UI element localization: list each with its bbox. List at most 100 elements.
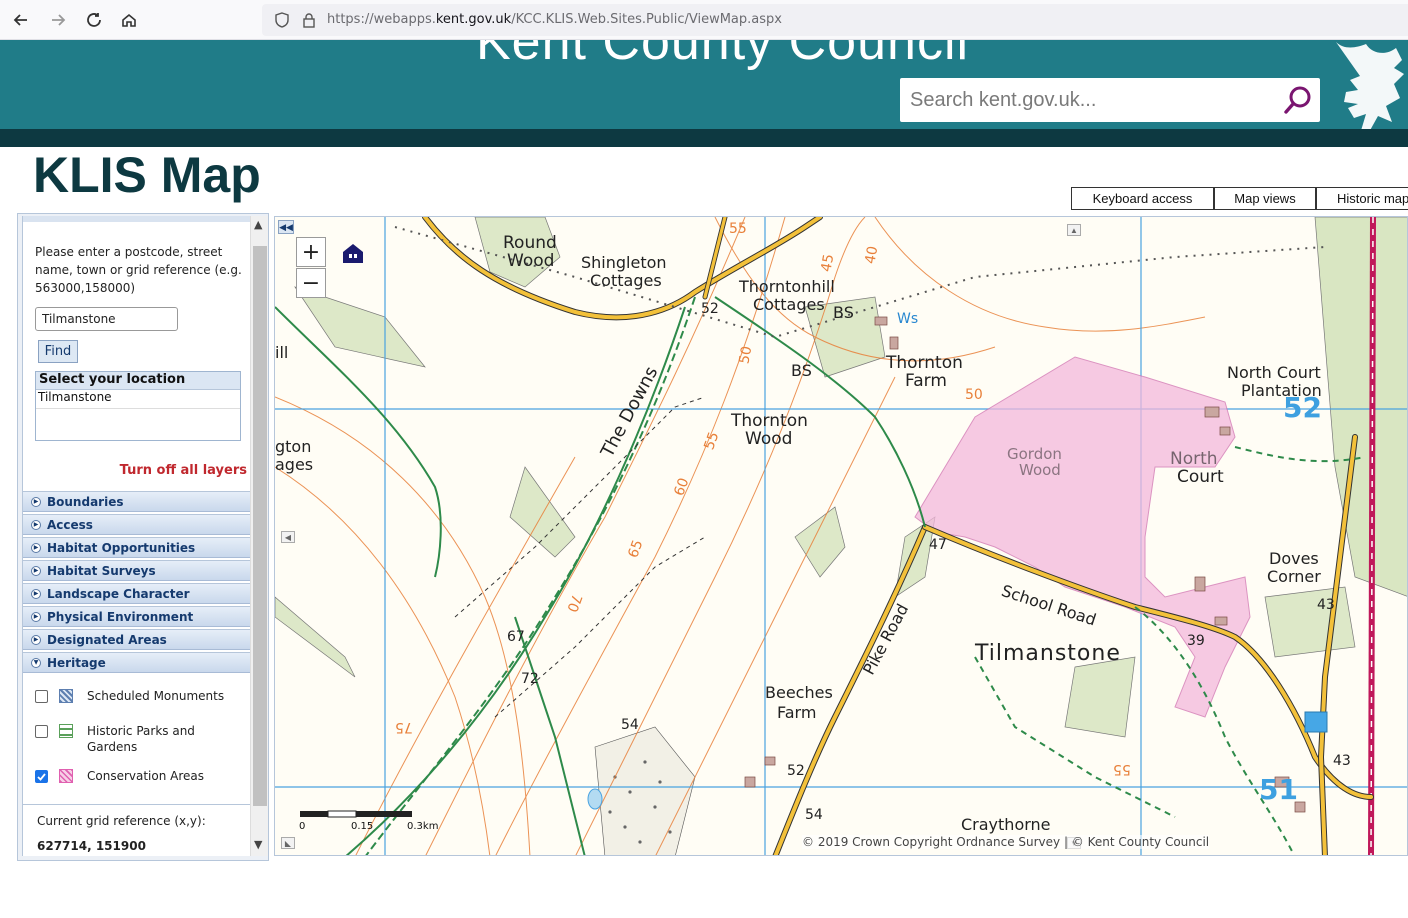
turn-off-layers-link[interactable]: Turn off all layers — [23, 463, 247, 478]
historic-parks-checkbox[interactable] — [35, 725, 48, 738]
layer-group-label: Boundaries — [47, 494, 124, 509]
place-label: Doves — [1269, 549, 1319, 568]
location-search-header[interactable] — [23, 216, 252, 222]
layer-panel-content: Please enter a postcode, street name, to… — [22, 216, 252, 856]
url-text: https://webapps.kent.gov.uk/KCC.KLIS.Web… — [327, 12, 782, 27]
layer-label: Historic Parks and Gardens — [87, 724, 195, 754]
pan-corner-icon[interactable]: ◣ — [281, 837, 295, 849]
expand-icon: ▶ — [31, 496, 41, 507]
zoom-out-button[interactable]: − — [296, 268, 326, 298]
scroll-down-icon[interactable]: ▼ — [254, 838, 262, 851]
search-input[interactable] — [910, 86, 1270, 114]
zoom-in-button[interactable]: + — [296, 237, 326, 267]
find-button[interactable]: Find — [38, 340, 78, 363]
layer-historic-parks: Historic Parks and Gardens — [35, 723, 245, 757]
location-results: Select your location Tilmanstone — [35, 371, 241, 441]
pan-up-icon[interactable]: ▲ — [1067, 224, 1081, 236]
scale-bar: 0 0.15 0.3km — [299, 807, 439, 837]
spot-height: 39 — [1187, 633, 1205, 649]
layer-group-boundaries[interactable]: ▶ Boundaries — [23, 491, 252, 512]
location-results-heading: Select your location — [36, 372, 240, 390]
kent-horse-logo[interactable] — [1328, 40, 1408, 129]
layer-scheduled-monuments: Scheduled Monuments — [35, 688, 245, 708]
layer-group-label: Access — [47, 517, 93, 532]
tab-keyboard-access[interactable]: Keyboard access — [1071, 187, 1214, 210]
grid-reference-label: Current grid reference (x,y): — [37, 814, 206, 828]
contour-label: 70 — [563, 591, 585, 615]
home-extent-icon[interactable] — [341, 241, 365, 265]
contour-label: 55 — [701, 429, 723, 453]
expand-icon: ▶ — [31, 588, 41, 599]
location-input[interactable] — [35, 307, 178, 331]
expand-icon: ▶ — [31, 542, 41, 553]
expand-icon: ▶ — [31, 519, 41, 530]
layer-group-access[interactable]: ▶ Access — [23, 514, 252, 535]
layer-group-designated-areas[interactable]: ▶ Designated Areas — [23, 629, 252, 650]
layer-group-habitat-surveys[interactable]: ▶ Habitat Surveys — [23, 560, 252, 581]
spot-height: 43 — [1317, 597, 1335, 613]
expand-icon: ▶ — [31, 611, 41, 622]
layer-group-habitat-opportunities[interactable]: ▶ Habitat Opportunities — [23, 537, 252, 558]
site-title[interactable]: Kent County Council — [476, 40, 969, 72]
collapse-panel-icon[interactable]: ◀◀ — [278, 220, 294, 234]
place-label: gton — [275, 437, 312, 456]
place-label: Wood — [745, 429, 793, 449]
place-label: Farm — [777, 703, 817, 722]
grid-number: 51 — [1259, 773, 1298, 806]
back-icon[interactable] — [9, 8, 33, 32]
tab-map-views[interactable]: Map views — [1214, 187, 1316, 210]
scale-label: 0.3km — [407, 821, 439, 832]
place-label: School Road — [999, 581, 1099, 630]
header-band — [0, 129, 1408, 147]
location-instructions: Please enter a postcode, street name, to… — [35, 245, 242, 295]
map-labels: Round Wood Shingleton Cottages Thorntonh… — [275, 217, 1407, 855]
place-label: Thornton — [886, 353, 963, 373]
tab-historic-map[interactable]: Historic map — [1316, 187, 1408, 210]
layer-group-label: Habitat Surveys — [47, 563, 156, 578]
site-search — [900, 78, 1320, 122]
place-label: BS — [833, 303, 854, 322]
scale-bar-graphic — [300, 810, 412, 818]
contour-label: 65 — [625, 537, 647, 561]
spot-height: 54 — [805, 807, 823, 823]
contour-label: 60 — [671, 475, 693, 499]
scheduled-monuments-checkbox[interactable] — [35, 690, 48, 703]
reload-icon[interactable] — [82, 8, 106, 32]
home-icon[interactable] — [117, 8, 141, 32]
shield-icon — [274, 12, 290, 33]
layer-group-label: Physical Environment — [47, 609, 194, 624]
scrollbar-thumb[interactable] — [253, 246, 267, 806]
copyright-notice: © 2019 Crown Copyright Ordnance Survey |… — [802, 835, 1210, 849]
layer-group-label: Landscape Character — [47, 586, 190, 601]
conservation-areas-swatch — [59, 769, 73, 783]
place-label: Cottages — [590, 271, 662, 290]
place-label: Beeches — [765, 683, 833, 702]
divider — [23, 804, 252, 805]
search-icon[interactable] — [1282, 84, 1314, 116]
pan-left-icon[interactable]: ◀ — [281, 531, 295, 543]
contour-label: 45 — [818, 252, 838, 274]
place-label: Wood — [507, 251, 555, 271]
grid-reference-value: 627714, 151900 — [37, 839, 146, 853]
contour-label: 50 — [965, 387, 983, 403]
layer-panel-scrollbar[interactable]: ▲ ▼ — [250, 216, 268, 856]
spot-height: 47 — [929, 537, 947, 553]
address-bar[interactable]: https://webapps.kent.gov.uk/KCC.KLIS.Web… — [262, 4, 1408, 36]
map-viewport[interactable]: Round Wood Shingleton Cottages Thorntonh… — [274, 216, 1408, 856]
layer-group-label: Habitat Opportunities — [47, 540, 196, 555]
place-label: Wood — [1019, 461, 1061, 479]
contour-label: 75 — [395, 719, 413, 735]
layer-group-landscape-character[interactable]: ▶ Landscape Character — [23, 583, 252, 604]
forward-icon[interactable] — [46, 8, 70, 32]
conservation-areas-checkbox[interactable] — [35, 770, 48, 783]
scroll-up-icon[interactable]: ▲ — [254, 218, 262, 231]
place-label: Tilmanstone — [975, 641, 1121, 666]
historic-parks-swatch — [59, 724, 73, 738]
layer-group-physical-environment[interactable]: ▶ Physical Environment — [23, 606, 252, 627]
spot-height: 43 — [1333, 753, 1351, 769]
place-label: Cottages — [753, 295, 825, 314]
location-result-item[interactable]: Tilmanstone — [36, 390, 240, 409]
site-header: Kent County Council — [0, 40, 1408, 129]
layer-group-heritage[interactable]: ▼ Heritage — [23, 652, 252, 673]
place-label: Court — [1177, 467, 1224, 487]
